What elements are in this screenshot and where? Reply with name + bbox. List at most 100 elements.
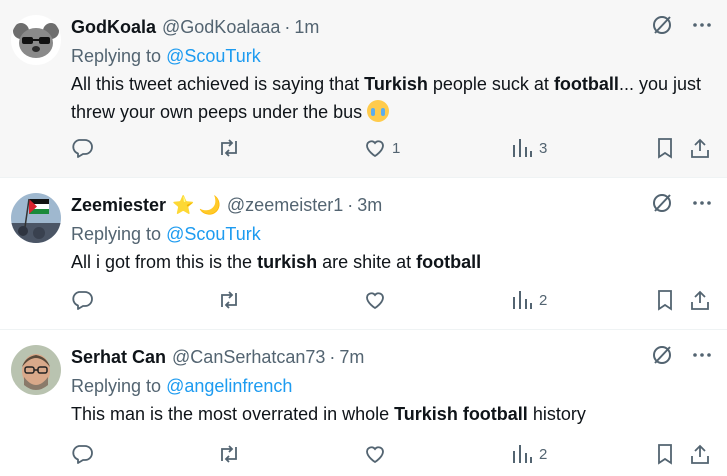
tweet-text-highlight: turkish — [257, 252, 318, 272]
tweet-reply[interactable]: Zeemiester ⭐ 🌙 @zeemeister1 · 3m Replyin… — [0, 178, 727, 330]
tweet-text-segment: All i got from this is the — [71, 252, 258, 272]
tweet-text-segment: This man is the most overrated in whole — [71, 404, 395, 424]
view-count: 2 — [539, 445, 548, 463]
repost-button[interactable] — [217, 134, 241, 162]
tweet-reply[interactable]: Serhat Can @CanSerhatcan73 · 7m Replying… — [0, 330, 727, 476]
koala-avatar-icon — [11, 15, 61, 65]
timestamp[interactable]: 3m — [357, 195, 382, 216]
reply-mention-link[interactable]: @ScouTurk — [166, 46, 261, 66]
reply-icon — [72, 139, 93, 158]
user-handle[interactable]: @CanSerhatcan73 — [172, 347, 325, 368]
bookmark-button[interactable] — [655, 440, 675, 468]
man-with-glasses-avatar-icon — [11, 345, 61, 395]
reply-feed: GodKoala @GodKoalaaa · 1m Replying to @S… — [0, 0, 727, 476]
view-count: 3 — [539, 139, 548, 157]
tweet-header: Serhat Can @CanSerhatcan73 · 7m — [71, 342, 711, 372]
replying-to: Replying to @ScouTurk — [71, 220, 711, 248]
repost-button[interactable] — [217, 440, 241, 468]
timestamp[interactable]: 7m — [339, 347, 364, 368]
tweet-header: GodKoala @GodKoalaaa · 1m — [71, 12, 711, 42]
display-name[interactable]: GodKoala — [71, 17, 156, 38]
avatar[interactable] — [11, 193, 61, 243]
display-name[interactable]: Zeemiester — [71, 195, 166, 216]
replying-to-label: Replying to — [71, 224, 167, 244]
user-handle[interactable]: @zeemeister1 — [227, 195, 343, 216]
tweet-text: This man is the most overrated in whole … — [71, 400, 711, 428]
share-button[interactable] — [689, 134, 711, 162]
like-count: 1 — [392, 139, 401, 157]
reply-button[interactable] — [71, 286, 93, 314]
like-button[interactable] — [364, 286, 392, 314]
reply-mention-link[interactable]: @ScouTurk — [166, 224, 261, 244]
views-button[interactable]: 3 — [511, 134, 547, 162]
tweet-text-highlight: Turkish football — [394, 404, 528, 424]
tweet-text-segment: All this tweet achieved is saying that — [71, 74, 365, 94]
tweet-text: All i got from this is the turkish are s… — [71, 248, 711, 276]
tweet-text: All this tweet achieved is saying that T… — [71, 70, 711, 126]
bookmark-icon — [658, 138, 672, 159]
views-bar-chart-icon — [513, 139, 532, 157]
share-button[interactable] — [689, 286, 711, 314]
user-handle[interactable]: @GodKoalaaa — [162, 17, 280, 38]
bookmark-icon — [658, 444, 672, 465]
more-options-icon[interactable] — [691, 344, 713, 366]
crescent-moon-emoji-icon: 🌙 — [198, 194, 221, 215]
tweet-text-segment: people suck at — [427, 74, 554, 94]
reply-mention-link[interactable]: @angelinfrench — [166, 376, 292, 396]
separator-dot: · — [329, 346, 336, 367]
bookmark-button[interactable] — [655, 286, 675, 314]
reply-icon — [72, 445, 93, 464]
bookmark-button[interactable] — [655, 134, 675, 162]
reply-button[interactable] — [71, 134, 93, 162]
crying-face-emoji-icon — [367, 100, 390, 122]
share-icon — [691, 444, 709, 464]
separator-dot: · — [347, 194, 354, 215]
tweet-text-highlight: Turkish — [364, 74, 428, 94]
tweet-top-actions — [651, 344, 713, 366]
tweet-actions: 1 3 — [71, 134, 715, 162]
views-button[interactable]: 2 — [511, 440, 547, 468]
tweet-top-actions — [651, 192, 713, 214]
replying-to: Replying to @angelinfrench — [71, 372, 711, 400]
tweet-top-actions — [651, 14, 713, 36]
tweet-text-segment: history — [527, 404, 586, 424]
grok-icon[interactable] — [651, 344, 673, 366]
replying-to: Replying to @ScouTurk — [71, 42, 711, 70]
share-button[interactable] — [689, 440, 711, 468]
grok-icon[interactable] — [651, 192, 673, 214]
display-name[interactable]: Serhat Can — [71, 347, 166, 368]
timestamp[interactable]: 1m — [294, 17, 319, 38]
tweet-actions: 2 — [71, 286, 715, 314]
bookmark-icon — [658, 290, 672, 311]
views-bar-chart-icon — [513, 445, 532, 463]
repost-button[interactable] — [217, 286, 241, 314]
flag-photo-avatar-icon — [11, 193, 61, 243]
tweet-reply[interactable]: GodKoala @GodKoalaaa · 1m Replying to @S… — [0, 0, 727, 178]
tweet-text-highlight: football — [416, 252, 482, 272]
grok-icon[interactable] — [651, 14, 673, 36]
more-options-icon[interactable] — [691, 14, 713, 36]
replying-to-label: Replying to — [71, 376, 167, 396]
repost-icon — [221, 291, 237, 309]
more-options-icon[interactable] — [691, 192, 713, 214]
replying-to-label: Replying to — [71, 46, 167, 66]
share-icon — [691, 290, 709, 310]
views-button[interactable]: 2 — [511, 286, 547, 314]
like-button[interactable] — [364, 440, 392, 468]
avatar[interactable] — [11, 345, 61, 395]
star-emoji-icon: ⭐ — [172, 194, 195, 215]
heart-icon — [366, 292, 384, 310]
repost-icon — [221, 445, 237, 463]
tweet-actions: 2 — [71, 440, 715, 468]
like-button[interactable]: 1 — [364, 134, 400, 162]
tweet-text-segment: are shite at — [317, 252, 417, 272]
reply-icon — [72, 291, 93, 310]
tweet-header: Zeemiester ⭐ 🌙 @zeemeister1 · 3m — [71, 190, 711, 220]
heart-icon — [366, 446, 384, 464]
reply-button[interactable] — [71, 440, 93, 468]
share-icon — [691, 138, 709, 158]
tweet-text-highlight: football — [553, 74, 619, 94]
avatar[interactable] — [11, 15, 61, 65]
separator-dot: · — [284, 16, 291, 37]
view-count: 2 — [539, 291, 548, 309]
